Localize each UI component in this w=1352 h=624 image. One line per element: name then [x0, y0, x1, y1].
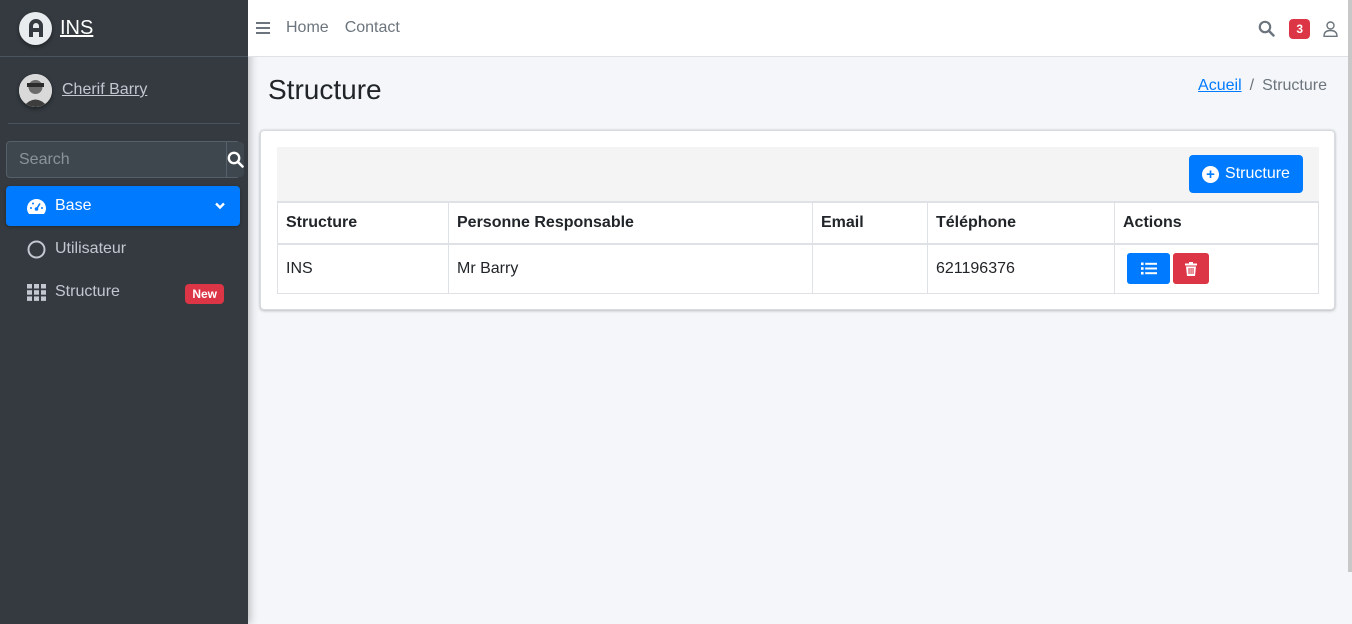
- menu-toggle-icon[interactable]: [256, 21, 270, 35]
- nav-link-home[interactable]: Home: [286, 19, 329, 37]
- sidebar-item-label: Structure: [55, 283, 120, 300]
- sidebar-item-base[interactable]: Base: [6, 186, 240, 226]
- column-header-structure: Structure: [277, 201, 449, 245]
- sidebar-item-label: Base: [55, 197, 92, 214]
- delete-button[interactable]: [1173, 253, 1209, 285]
- plus-circle-icon: +: [1202, 165, 1220, 183]
- user-name-link[interactable]: Cherif Barry: [62, 81, 147, 99]
- avatar: [19, 73, 52, 107]
- cell-telephone: 621196376: [927, 243, 1115, 294]
- cell-responsable: Mr Barry: [448, 243, 813, 294]
- search-icon: [227, 151, 244, 168]
- cell-structure: INS: [277, 243, 449, 294]
- brand-logo-icon: [19, 11, 52, 45]
- dashboard-icon: [25, 198, 47, 215]
- breadcrumb-separator: /: [1249, 77, 1255, 94]
- brand-name[interactable]: INS: [60, 17, 93, 40]
- column-header-telephone: Téléphone: [927, 201, 1115, 245]
- sidebar-item-structure[interactable]: Structure New: [6, 272, 240, 312]
- sidebar-search-button[interactable]: [226, 142, 244, 177]
- scrollbar[interactable]: [1348, 0, 1352, 572]
- trash-icon: [1185, 261, 1197, 276]
- structure-card: + Structure Structure Personne Responsab…: [260, 130, 1335, 310]
- column-header-actions: Actions: [1114, 201, 1319, 245]
- card-toolbar: + Structure: [277, 147, 1319, 202]
- notification-badge[interactable]: 3: [1289, 18, 1310, 39]
- chevron-down-icon: [214, 199, 226, 217]
- table-header-row: Structure Personne Responsable Email Tél…: [277, 201, 1319, 245]
- table-row: INS Mr Barry 621196376: [277, 243, 1319, 294]
- sidebar-item-label: Utilisateur: [55, 240, 127, 257]
- nav-link-contact[interactable]: Contact: [345, 19, 400, 37]
- circle-icon: [25, 240, 47, 259]
- page-title: Structure: [268, 74, 382, 105]
- user-panel: Cherif Barry: [8, 57, 240, 124]
- navbar-search-icon[interactable]: [1258, 20, 1276, 37]
- sidebar: INS Cherif Barry Base Utilisateur: [0, 0, 248, 624]
- navbar-right: 3: [1258, 0, 1352, 57]
- list-icon: [1140, 262, 1157, 275]
- cell-actions: [1114, 243, 1319, 294]
- user-icon[interactable]: [1323, 20, 1338, 37]
- view-details-button[interactable]: [1127, 253, 1170, 285]
- breadcrumb: Acueil / Structure: [1198, 77, 1327, 95]
- column-header-email: Email: [812, 201, 928, 245]
- add-structure-label: Structure: [1225, 165, 1290, 182]
- sidebar-nav: Base Utilisateur Structure New: [6, 186, 240, 315]
- sidebar-search: [6, 141, 244, 178]
- grid-icon: [25, 283, 47, 301]
- add-structure-button[interactable]: + Structure: [1189, 155, 1303, 193]
- breadcrumb-current: Structure: [1262, 77, 1327, 94]
- new-badge: New: [185, 284, 224, 304]
- brand-link[interactable]: INS: [0, 0, 248, 57]
- sidebar-search-input[interactable]: [7, 142, 226, 177]
- column-header-responsable: Personne Responsable: [448, 201, 813, 245]
- breadcrumb-home-link[interactable]: Acueil: [1198, 77, 1242, 95]
- top-navbar: Home Contact 3: [248, 0, 1352, 572]
- structure-table: Structure Personne Responsable Email Tél…: [277, 201, 1319, 294]
- sidebar-item-utilisateur[interactable]: Utilisateur: [6, 229, 240, 269]
- cell-email: [812, 243, 928, 294]
